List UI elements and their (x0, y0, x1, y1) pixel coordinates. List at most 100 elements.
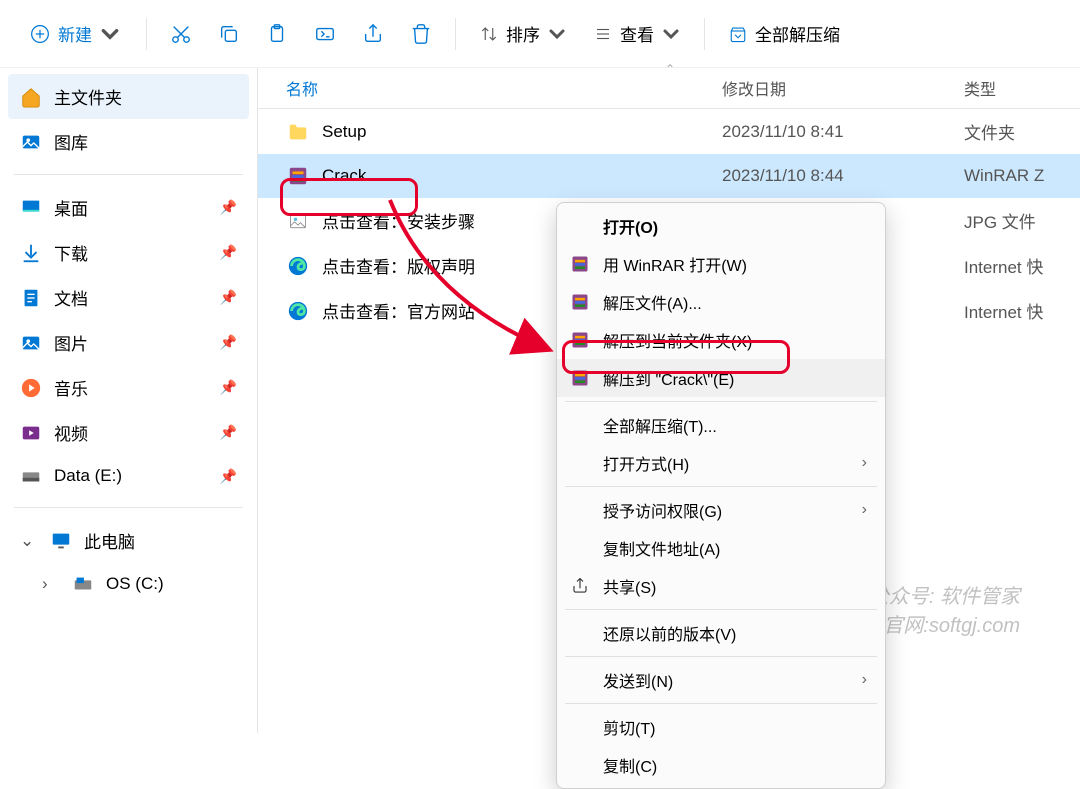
sidebar-item-label: 图库 (54, 129, 88, 154)
ctx-grant-access[interactable]: 授予访问权限(G)› (557, 491, 885, 529)
sort-label: 排序 (506, 21, 540, 46)
extract-all-icon (729, 25, 747, 43)
sidebar-item-label: 图片 (54, 330, 88, 355)
sidebar-item-documents[interactable]: 文档 📌 (8, 275, 249, 320)
column-type[interactable]: 类型 (964, 76, 996, 100)
pin-icon: 📌 (220, 289, 237, 306)
gallery-icon (20, 131, 42, 153)
ctx-extract-here[interactable]: 解压到当前文件夹(X) (557, 321, 885, 359)
ctx-share[interactable]: 共享(S) (557, 567, 885, 605)
pc-icon (50, 530, 72, 552)
ctx-extract-to[interactable]: 解压到 "Crack\"(E) (557, 359, 885, 397)
edge-icon (286, 254, 310, 278)
folder-icon (286, 120, 310, 144)
chevron-down-icon (662, 25, 680, 43)
ctx-extract-files[interactable]: 解压文件(A)... (557, 283, 885, 321)
sidebar-item-videos[interactable]: 视频 📌 (8, 410, 249, 455)
chevron-right-icon: › (862, 501, 867, 519)
pin-icon: 📌 (220, 424, 237, 441)
sidebar-item-gallery[interactable]: 图库 (8, 119, 249, 164)
separator (704, 18, 705, 50)
paste-button[interactable] (255, 12, 299, 56)
sidebar-item-music[interactable]: 音乐 📌 (8, 365, 249, 410)
separator (565, 401, 877, 402)
chevron-down-icon (548, 25, 566, 43)
file-type: JPG 文件 (964, 208, 1036, 233)
sidebar-item-label: 视频 (54, 420, 88, 445)
file-row[interactable]: Crack 2023/11/10 8:44 WinRAR Z (258, 154, 1080, 198)
sidebar-item-data-e[interactable]: Data (E:) 📌 (8, 455, 249, 497)
sort-button[interactable]: 排序 (468, 13, 578, 54)
drag-handle[interactable]: ⌃ (665, 62, 673, 76)
pin-icon: 📌 (220, 468, 237, 485)
share-icon (569, 575, 591, 597)
ctx-cut[interactable]: 剪切(T) (557, 708, 885, 746)
separator (146, 18, 147, 50)
ctx-restore[interactable]: 还原以前的版本(V) (557, 614, 885, 652)
sort-icon (480, 25, 498, 43)
ctx-open-winrar[interactable]: 用 WinRAR 打开(W) (557, 245, 885, 283)
share-button[interactable] (351, 12, 395, 56)
extract-all-button[interactable]: 全部解压缩 (717, 13, 852, 54)
winrar-icon (569, 367, 591, 389)
ctx-extract-all[interactable]: 全部解压缩(T)... (557, 406, 885, 444)
drive-icon (20, 465, 42, 487)
sidebar-item-desktop[interactable]: 桌面 📌 (8, 185, 249, 230)
view-button[interactable]: 查看 (582, 13, 692, 54)
sidebar-item-label: 文档 (54, 285, 88, 310)
ctx-copy[interactable]: 复制(C) (557, 746, 885, 784)
sidebar: 主文件夹 图库 桌面 📌 下载 📌 文档 📌 图片 📌 音 (0, 68, 258, 733)
sidebar-item-label: 桌面 (54, 195, 88, 220)
view-icon (594, 25, 612, 43)
column-name[interactable]: 名称 (286, 76, 722, 100)
sidebar-item-label: OS (C:) (106, 574, 164, 594)
file-name: Crack (322, 166, 722, 186)
file-type: Internet 快 (964, 253, 1043, 278)
delete-button[interactable] (399, 12, 443, 56)
sidebar-item-this-pc[interactable]: ⌄ 此电脑 (8, 518, 249, 563)
file-type: 文件夹 (964, 119, 1015, 144)
copy-button[interactable] (207, 12, 251, 56)
plus-circle-icon (30, 24, 50, 44)
desktop-icon (20, 197, 42, 219)
chevron-down-icon (100, 24, 120, 44)
ctx-open[interactable]: 打开(O) (557, 207, 885, 245)
new-label: 新建 (58, 21, 92, 46)
main-area: 主文件夹 图库 桌面 📌 下载 📌 文档 📌 图片 📌 音 (0, 68, 1080, 733)
chevron-right-icon: › (42, 574, 54, 594)
separator (565, 486, 877, 487)
chevron-right-icon: › (862, 671, 867, 689)
pin-icon: 📌 (220, 244, 237, 261)
file-type: Internet 快 (964, 298, 1043, 323)
edge-icon (286, 299, 310, 323)
separator (565, 656, 877, 657)
chevron-down-icon: ⌄ (20, 531, 32, 551)
new-button[interactable]: 新建 (16, 13, 134, 54)
winrar-icon (569, 253, 591, 275)
file-type: WinRAR Z (964, 166, 1044, 186)
cut-button[interactable] (159, 12, 203, 56)
sidebar-item-pictures[interactable]: 图片 📌 (8, 320, 249, 365)
sidebar-item-os-c[interactable]: › OS (C:) (8, 563, 249, 605)
sidebar-item-label: Data (E:) (54, 466, 122, 486)
separator (565, 703, 877, 704)
pin-icon: 📌 (220, 379, 237, 396)
winrar-icon (569, 291, 591, 313)
sidebar-item-downloads[interactable]: 下载 📌 (8, 230, 249, 275)
file-name: Setup (322, 122, 722, 142)
ctx-send-to[interactable]: 发送到(N)› (557, 661, 885, 699)
file-date: 2023/11/10 8:41 (722, 122, 964, 142)
column-date[interactable]: 修改日期 (722, 76, 964, 100)
separator (565, 609, 877, 610)
ctx-open-with[interactable]: 打开方式(H)› (557, 444, 885, 482)
pin-icon: 📌 (220, 199, 237, 216)
rename-button[interactable] (303, 12, 347, 56)
toolbar: 新建 排序 查看 全部解压缩 (0, 0, 1080, 68)
ctx-copy-path[interactable]: 复制文件地址(A) (557, 529, 885, 567)
file-date: 2023/11/10 8:44 (722, 166, 964, 186)
file-row[interactable]: Setup 2023/11/10 8:41 文件夹 (258, 109, 1080, 154)
downloads-icon (20, 242, 42, 264)
pictures-icon (20, 332, 42, 354)
winrar-icon (569, 329, 591, 351)
sidebar-item-home[interactable]: 主文件夹 (8, 74, 249, 119)
